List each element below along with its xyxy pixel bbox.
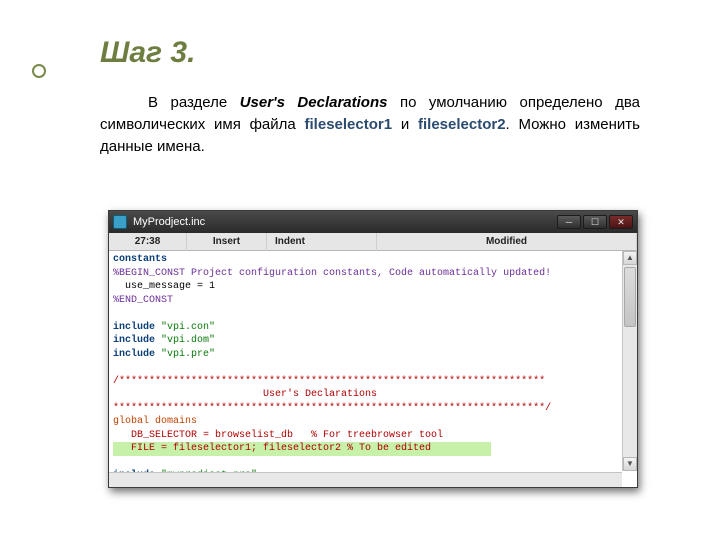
- code-highlighted-row: FILE = fileselector1; fileselector2 % To…: [113, 442, 491, 456]
- code-kw-include: include: [113, 349, 155, 360]
- code-line: %END_CONST: [113, 295, 173, 306]
- slide-heading: Шаг 3.: [100, 36, 195, 70]
- code-comment-line: /***************************************…: [113, 376, 545, 387]
- code-str: "vpi.dom": [155, 335, 215, 346]
- code-str: "vpi.con": [155, 322, 215, 333]
- code-line: constants: [113, 254, 167, 265]
- slide-bullet: [32, 64, 46, 78]
- scroll-thumb[interactable]: [624, 267, 636, 327]
- para-t0: В разделе: [148, 94, 240, 111]
- scroll-down-icon[interactable]: ▼: [623, 457, 637, 471]
- code-line: [113, 457, 119, 468]
- editor-window: MyProdject.inc ─ ☐ ✕ 27:38 Insert Indent…: [108, 210, 638, 488]
- code-file-line: FILE = fileselector1; fileselector2 % To…: [113, 443, 431, 454]
- window-minimize-button[interactable]: ─: [557, 215, 581, 229]
- vertical-scrollbar[interactable]: ▲ ▼: [622, 251, 637, 471]
- code-kw-include: include: [113, 335, 155, 346]
- para-t4: и: [392, 116, 418, 133]
- para-fileselector2: fileselector2: [418, 116, 506, 133]
- status-indent[interactable]: Indent: [267, 233, 377, 251]
- window-maximize-button[interactable]: ☐: [583, 215, 607, 229]
- editor-statusbar: 27:38 Insert Indent Modified: [109, 233, 637, 251]
- status-modified: Modified: [377, 233, 637, 251]
- code-line: [113, 308, 119, 319]
- code-comment-line: User's Declarations: [113, 389, 377, 400]
- para-usersdecl: User's Declarations: [240, 94, 388, 111]
- code-db-selector: DB_SELECTOR = browselist_db % For treebr…: [113, 430, 443, 441]
- code-kw-include: include: [113, 322, 155, 333]
- para-fileselector1: fileselector1: [305, 116, 393, 133]
- code-line: %BEGIN_CONST Project configuration const…: [113, 268, 551, 279]
- app-icon: [113, 215, 127, 229]
- window-close-button[interactable]: ✕: [609, 215, 633, 229]
- slide-paragraph: В разделе User's Declarations по умолчан…: [100, 92, 640, 157]
- code-comment-line: ****************************************…: [113, 403, 551, 414]
- code-str: "vpi.pre": [155, 349, 215, 360]
- code-global-domains: global domains: [113, 416, 197, 427]
- window-titlebar[interactable]: MyProdject.inc ─ ☐ ✕: [109, 211, 637, 233]
- horizontal-scrollbar[interactable]: [109, 472, 622, 487]
- status-position: 27:38: [109, 233, 187, 251]
- code-line: [113, 362, 119, 373]
- status-insert-mode[interactable]: Insert: [187, 233, 267, 251]
- code-editor[interactable]: constants %BEGIN_CONST Project configura…: [109, 251, 637, 487]
- scroll-up-icon[interactable]: ▲: [623, 251, 637, 265]
- code-line: use_message = 1: [113, 281, 215, 292]
- window-title: MyProdject.inc: [133, 216, 205, 228]
